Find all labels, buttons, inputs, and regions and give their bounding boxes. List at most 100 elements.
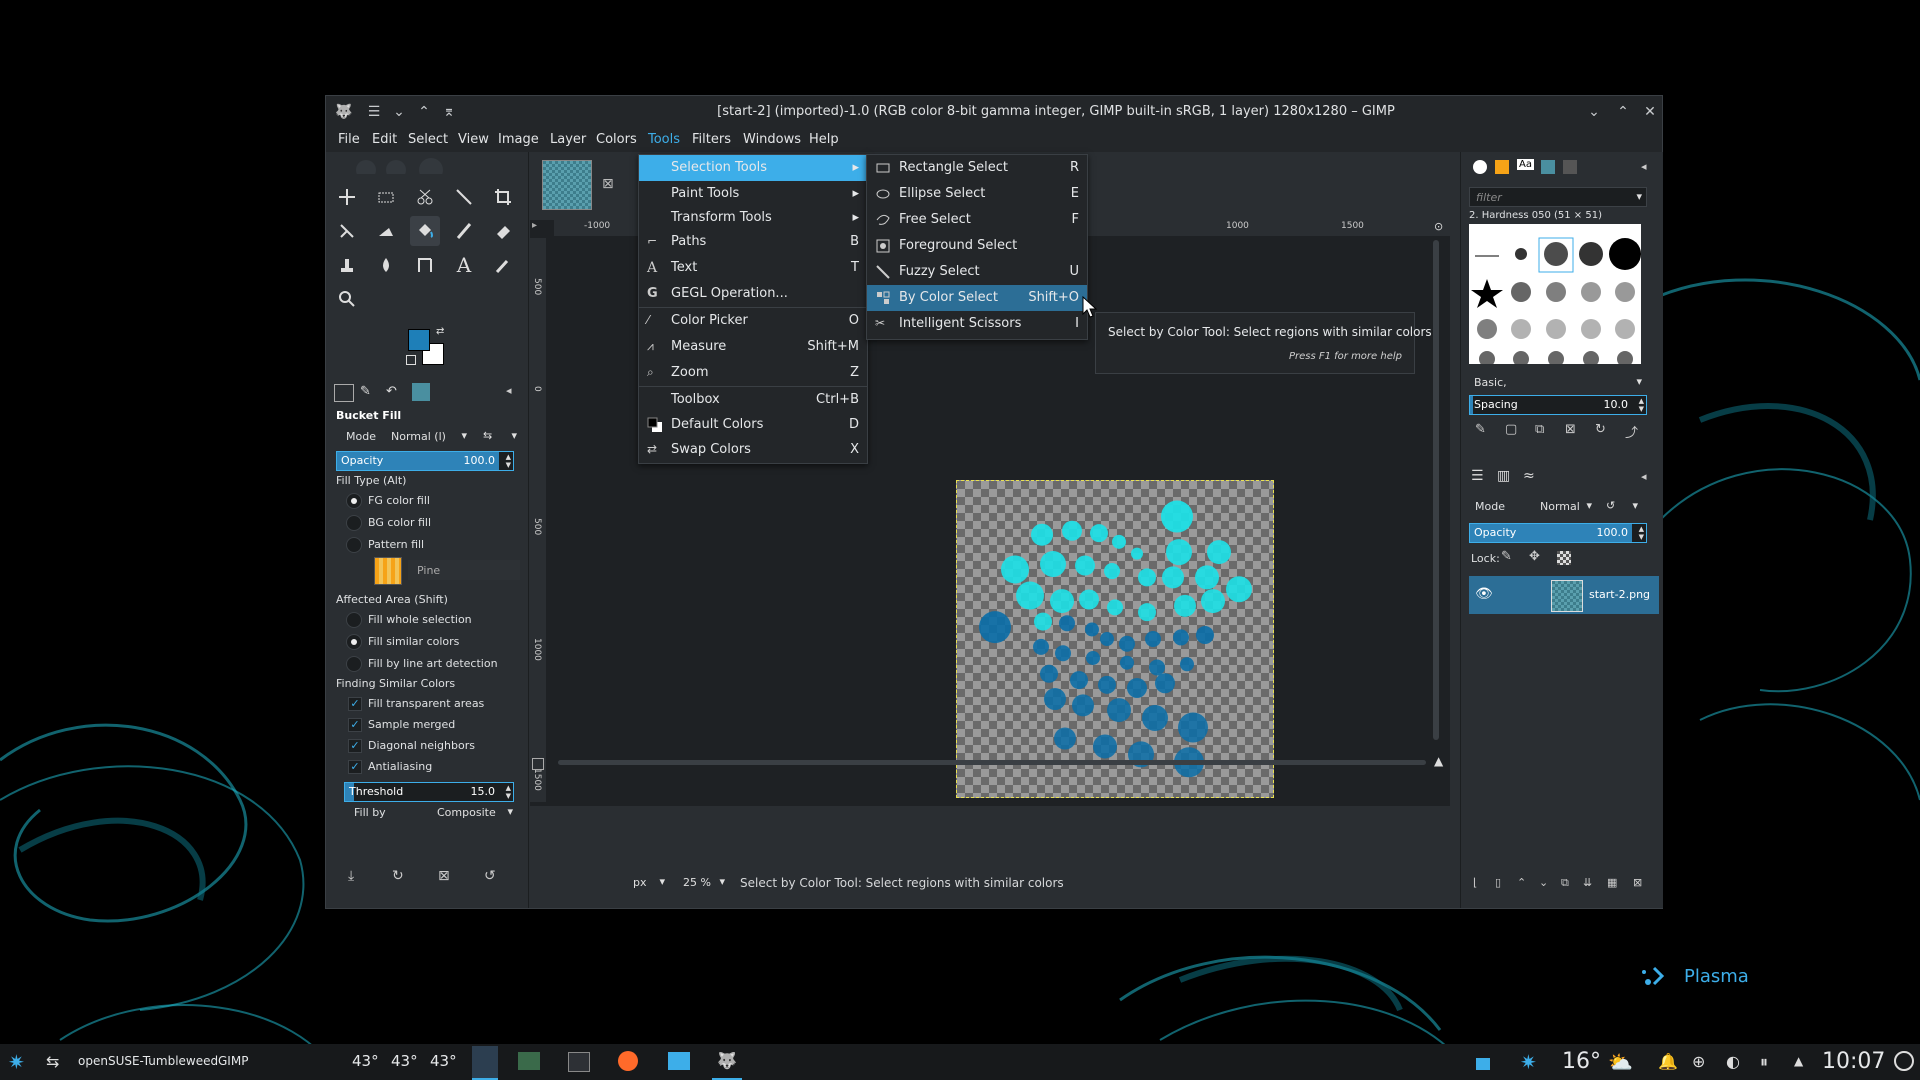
layers-tab-icon[interactable]: ☰ [1471, 468, 1484, 484]
network-icon[interactable] [1476, 1058, 1490, 1070]
menu-item-gegl[interactable]: G GEGL Operation... [639, 281, 867, 307]
menu-item-rectangle-select[interactable]: Rectangle Select R [867, 155, 1087, 181]
menu-item-swap-colors[interactable]: ⇄ Swap Colors X [639, 437, 867, 463]
menu-file[interactable]: File [338, 132, 360, 147]
menu-item-zoom[interactable]: ⌕ Zoom Z [639, 360, 867, 386]
maximize-button[interactable]: ⌃ [1613, 102, 1633, 122]
threshold-slider[interactable]: Threshold 15.0 ▲ ▼ [344, 782, 514, 802]
brush-grid[interactable] [1469, 224, 1641, 364]
brushes-tab-icon[interactable] [1473, 160, 1487, 174]
lock-position-icon[interactable]: ✥ [1529, 549, 1540, 564]
delete-brush-icon[interactable]: ⊠ [1565, 422, 1576, 437]
save-options-icon[interactable]: ⤓ [348, 868, 354, 884]
fg-color-fill-radio[interactable] [346, 493, 362, 509]
spin-arrows-icon[interactable]: ▲ ▼ [1639, 397, 1644, 413]
dock-menu-icon[interactable]: ◂ [1641, 160, 1647, 173]
menu-item-default-colors[interactable]: Default Colors D [639, 412, 867, 438]
swap-colors-icon[interactable]: ⇄ [436, 326, 444, 337]
pattern-swatch[interactable] [374, 557, 402, 585]
spin-arrows-icon[interactable]: ▲ ▼ [506, 784, 511, 800]
zoom-fit-icon[interactable]: ⊙ [1434, 220, 1443, 233]
foreground-color-swatch[interactable] [408, 329, 430, 351]
new-layer-group-icon[interactable]: ⌊ [1473, 876, 1477, 889]
menu-edit[interactable]: Edit [372, 132, 397, 147]
opacity-slider[interactable]: Opacity 100.0 ▲ ▼ [336, 451, 514, 471]
fill-whole-selection-radio[interactable] [346, 612, 362, 628]
pattern-name-field[interactable]: Pine [408, 560, 520, 580]
menu-item-paint-tools[interactable]: Paint Tools ▸ [639, 181, 867, 207]
crop-tool-icon[interactable] [488, 182, 518, 212]
fonts-tab-icon[interactable]: Aa [1517, 159, 1534, 170]
mask-layer-icon[interactable]: ▦ [1607, 876, 1617, 889]
opensuse-update-icon[interactable]: ✷ [1520, 1050, 1537, 1074]
fuzzy-select-tool-icon[interactable] [449, 182, 479, 212]
scissors-tool-icon[interactable] [410, 182, 440, 212]
gimp-task-icon[interactable]: 🐺 [712, 1046, 742, 1080]
navigate-icon[interactable]: ▲ [1434, 754, 1443, 768]
menu-view[interactable]: View [458, 132, 489, 147]
paths-tab-icon[interactable]: ≈ [1523, 468, 1535, 484]
shade-icon[interactable]: ⌆ [439, 102, 459, 122]
power-icon[interactable] [1894, 1051, 1914, 1071]
vertical-scrollbar[interactable] [1433, 240, 1439, 740]
layer-opacity-slider[interactable]: Opacity 100.0 ▲ ▼ [1469, 523, 1647, 543]
application-launcher-icon[interactable]: ✷ [8, 1050, 25, 1074]
terminal-task-icon[interactable] [568, 1052, 590, 1072]
menu-item-color-picker[interactable]: ⁄ Color Picker O [639, 308, 867, 334]
menu-filters[interactable]: Filters [692, 132, 731, 147]
images-tab-icon[interactable] [412, 383, 430, 401]
visibility-eye-icon[interactable]: 👁 [1475, 586, 1493, 602]
menu-item-intelligent-scissors[interactable]: ✂ Intelligent Scissors I [867, 311, 1087, 337]
ruler-corner-icon[interactable]: ▸ [532, 220, 537, 231]
layer-mode-select[interactable]: Normal ▾ [1533, 496, 1595, 516]
duplicate-brush-icon[interactable]: ⧉ [1535, 422, 1544, 437]
restore-options-icon[interactable]: ↻ [392, 868, 404, 884]
keep-above-icon[interactable]: ⌃ [414, 102, 434, 122]
lock-alpha-icon[interactable] [1557, 551, 1571, 565]
menu-item-toolbox[interactable]: Toolbox Ctrl+B [639, 387, 867, 413]
device-status-tab-icon[interactable]: ✎ [360, 384, 371, 399]
weather-cloud-icon[interactable]: ⛅ [1608, 1050, 1633, 1074]
image-canvas[interactable] [956, 480, 1274, 798]
document-history-tab-icon[interactable] [1563, 160, 1577, 174]
fill-by-select[interactable]: Composite ▾ [430, 802, 518, 822]
undo-history-tab-icon[interactable]: ↶ [386, 384, 397, 399]
gimp-app-icon[interactable]: 🐺 [334, 102, 354, 122]
menu-item-by-color-select[interactable]: By Color Select Shift+O [867, 285, 1087, 311]
clone-tool-icon[interactable] [371, 216, 401, 246]
diagonal-neighbors-checkbox[interactable]: ✓ [348, 739, 362, 753]
minimize-button[interactable]: ⌄ [1584, 102, 1604, 122]
file-manager-task-icon[interactable] [668, 1052, 690, 1070]
paths-tool-icon[interactable] [410, 250, 440, 280]
warp-tool-icon[interactable] [332, 216, 362, 246]
activity-switcher-icon[interactable]: ⇆ [46, 1052, 59, 1071]
menu-item-foreground-select[interactable]: Foreground Select [867, 233, 1087, 259]
fill-line-art-radio[interactable] [346, 656, 362, 672]
close-image-tab-icon[interactable]: ⊠ [602, 176, 614, 192]
updates-icon[interactable]: ⊕ [1692, 1052, 1705, 1071]
antialiasing-checkbox[interactable]: ✓ [348, 760, 362, 774]
spin-arrows-icon[interactable]: ▲ ▼ [1639, 525, 1644, 541]
lock-pixels-icon[interactable]: ✎ [1501, 549, 1512, 564]
brush-filter-input[interactable]: filter ▾ [1469, 187, 1647, 207]
eraser-tool-icon[interactable] [488, 216, 518, 246]
color-picker-tool-icon[interactable] [488, 250, 518, 280]
lower-layer-icon[interactable]: ⌄ [1539, 876, 1548, 889]
menu-image[interactable]: Image [498, 132, 539, 147]
zoom-select[interactable]: 25 % ▾ [676, 872, 728, 892]
refresh-brushes-icon[interactable]: ↻ [1595, 422, 1606, 437]
text-tool-icon[interactable]: A [449, 250, 479, 280]
spin-arrows-icon[interactable]: ▲ ▼ [506, 453, 511, 469]
smudge-tool-icon[interactable] [371, 250, 401, 280]
menu-select[interactable]: Select [408, 132, 448, 147]
reset-options-icon[interactable]: ↺ [484, 868, 496, 884]
menu-tools[interactable]: Tools [648, 132, 680, 147]
tray-expand-icon[interactable]: ▲ [1794, 1054, 1803, 1068]
menu-item-text[interactable]: A Text T [639, 255, 867, 281]
sample-merged-checkbox[interactable]: ✓ [348, 718, 362, 732]
new-brush-icon[interactable]: ▢ [1505, 422, 1517, 437]
media-pause-icon[interactable]: ⏸ [1760, 1052, 1768, 1072]
delete-options-icon[interactable]: ⊠ [438, 868, 450, 884]
pattern-fill-radio[interactable] [346, 537, 362, 553]
fill-similar-colors-radio[interactable] [346, 634, 362, 650]
